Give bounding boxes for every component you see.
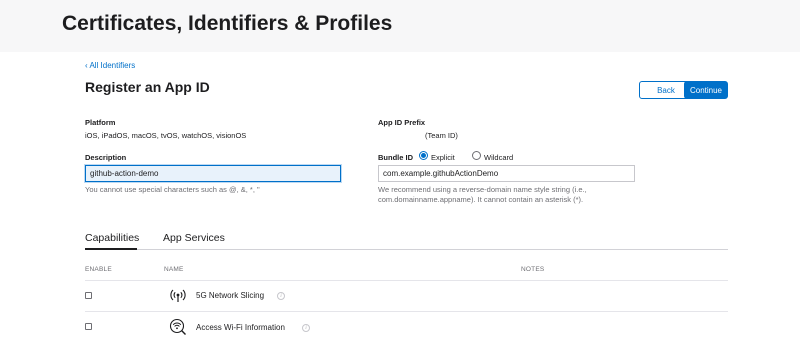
column-enable: ENABLE (85, 266, 112, 273)
capability-name: Access Wi-Fi Information (196, 323, 285, 332)
description-input[interactable]: github-action-demo (85, 165, 341, 182)
platform-label: Platform (85, 118, 116, 127)
table-row-divider (85, 311, 728, 312)
enable-access-wifi-information-checkbox[interactable] (85, 323, 92, 330)
wildcard-radio-label[interactable]: Wildcard (484, 153, 513, 162)
wildcard-radio[interactable] (472, 151, 481, 160)
bundle-id-hint: We recommend using a reverse-domain name… (378, 185, 587, 204)
explicit-radio[interactable] (419, 151, 428, 160)
capability-name: 5G Network Slicing (196, 291, 265, 300)
tabs-divider (85, 249, 728, 250)
info-icon[interactable]: i (277, 292, 285, 300)
column-notes: NOTES (521, 266, 545, 273)
column-name: NAME (164, 266, 184, 273)
tab-app-services[interactable]: App Services (163, 232, 225, 244)
antenna-signal-icon (170, 289, 186, 302)
all-identifiers-link[interactable]: ‹ All Identifiers (85, 61, 135, 70)
wifi-info-icon (169, 318, 186, 335)
table-header-divider (85, 280, 728, 281)
description-label: Description (85, 153, 127, 162)
enable-5g-network-slicing-checkbox[interactable] (85, 292, 92, 299)
form-title: Register an App ID (85, 79, 210, 95)
app-id-prefix-label: App ID Prefix (378, 118, 426, 127)
description-hint: You cannot use special characters such a… (85, 185, 260, 194)
bundle-id-input[interactable]: com.example.githubActionDemo (378, 165, 635, 182)
platform-value: iOS, iPadOS, macOS, tvOS, watchOS, visio… (85, 131, 247, 140)
continue-button[interactable]: Continue (684, 81, 728, 99)
active-tab-indicator (85, 248, 137, 250)
tab-capabilities[interactable]: Capabilities (85, 232, 139, 244)
bundle-id-label: Bundle ID (378, 153, 413, 162)
explicit-radio-label[interactable]: Explicit (431, 153, 455, 162)
page-title: Certificates, Identifiers & Profiles (62, 12, 393, 35)
info-icon[interactable]: i (302, 324, 310, 332)
app-id-prefix-value: (Team ID) (425, 131, 458, 140)
